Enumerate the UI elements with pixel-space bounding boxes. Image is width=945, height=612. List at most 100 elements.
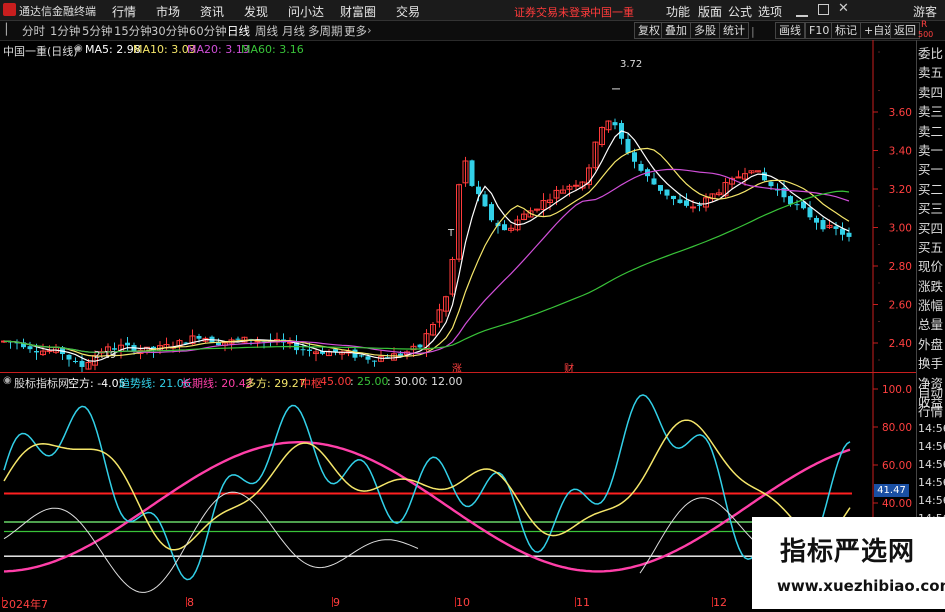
candle-body-down — [671, 195, 676, 200]
kong-line — [3, 491, 419, 593]
menu-item[interactable]: 行情 — [112, 3, 136, 20]
minimize-icon[interactable] — [796, 4, 808, 17]
price-tick-label: 2.40 — [889, 338, 912, 350]
hub-value: 12.00 — [431, 375, 463, 388]
quote-field-label[interactable]: 卖二 — [918, 122, 945, 141]
ma5-line — [3, 130, 850, 362]
menu-bar: 通达信金融终端 行情 市场 资讯 发现 问小达 财富圈 交易 证券交易未登录 中… — [0, 0, 945, 21]
candle-body-down — [372, 360, 377, 362]
candle-body-up — [690, 206, 696, 209]
date-tick — [186, 597, 187, 607]
quote-field-label[interactable]: 涨跌 — [918, 277, 945, 296]
maximize-icon[interactable] — [818, 4, 829, 15]
duo-label: 多方: 29.27 — [245, 377, 306, 390]
quote-field-label[interactable]: 卖一 — [918, 141, 945, 160]
watermark: 指标严选网 www.xuezhibiao.com — [752, 517, 945, 609]
stock-name-header: 中国一重 — [590, 6, 634, 19]
collapse-icon[interactable]: ▏ — [6, 23, 14, 36]
tool-button[interactable]: 统计 — [719, 22, 749, 39]
candle-body-down — [684, 200, 689, 206]
indicator-tick-label: 40.00 — [882, 498, 912, 510]
tick-time: 14:56 — [918, 458, 945, 471]
quote-field-label[interactable]: 卖三 — [918, 102, 945, 121]
settings-circle-icon[interactable]: ◉ — [74, 43, 83, 54]
chart-title: 中国一重(日线) — [3, 45, 78, 58]
period-tab[interactable]: 30分钟 — [151, 23, 189, 39]
candle-body-down — [307, 349, 312, 351]
period-tab[interactable]: 多周期 — [308, 23, 343, 39]
quote-field-label[interactable]: 总量 — [918, 315, 945, 334]
indicator-title: 股标指标网 — [14, 377, 69, 390]
quote-field-label[interactable]: 买三 — [918, 199, 945, 218]
candle-body-down — [27, 346, 33, 350]
date-tick — [712, 597, 713, 607]
candlestick-chart[interactable]: 3.603.403.203.002.802.602.402.20 — [0, 40, 916, 372]
tool-button[interactable]: 画线 — [775, 22, 805, 39]
period-tab[interactable]: 15分钟 — [114, 23, 152, 39]
auto-quote-label[interactable]: 自动 — [918, 383, 945, 402]
menu-item[interactable]: 资讯 — [200, 3, 224, 20]
quote-field-label[interactable]: 买四 — [918, 219, 945, 238]
menu-item[interactable]: 问小达 — [288, 3, 324, 20]
date-label: 9 — [333, 596, 340, 609]
settings-circle-icon[interactable]: ◉ — [3, 375, 12, 386]
candle-body-down — [482, 194, 488, 207]
indicator-tick-label: 60.00 — [882, 460, 912, 472]
price-tick-label: 3.20 — [889, 184, 912, 196]
candle-body-down — [768, 181, 774, 187]
candle-body-down — [833, 226, 839, 229]
quote-field-list: 委比 卖五 卖四 卖三 卖二 卖一 买一 买二 买三 买四 买五 现价 涨跌 涨幅 总量 外盘 换手 净资 收益 — [918, 44, 945, 412]
candle-body-down — [417, 344, 423, 348]
tool-button[interactable]: F10 — [805, 22, 834, 39]
date-label: 10 — [456, 596, 470, 609]
separator: | — [751, 25, 755, 38]
menu-item[interactable]: 市场 — [156, 3, 180, 20]
quote-field-label[interactable]: 外盘 — [918, 335, 945, 354]
login-warning[interactable]: 证券交易未登录 — [514, 4, 591, 20]
period-tab-active[interactable]: 日线 — [227, 23, 250, 39]
more-chevron-icon[interactable]: › — [367, 23, 372, 37]
auto-quote-label[interactable]: 行情 — [918, 402, 945, 421]
ma60-label: MA60: 3.16 — [241, 43, 304, 56]
period-tab[interactable]: 更多 — [344, 23, 367, 39]
tool-button[interactable]: 标记 — [831, 22, 861, 39]
menu-item[interactable]: 发现 — [244, 3, 268, 20]
tool-button[interactable]: 复权 — [634, 22, 664, 39]
close-icon[interactable]: ✕ — [838, 1, 849, 16]
quote-field-label[interactable]: 买五 — [918, 238, 945, 257]
candle-body-down — [196, 335, 202, 339]
candle-body-down — [788, 196, 793, 205]
quote-field-label[interactable]: 涨幅 — [918, 296, 945, 315]
tool-button[interactable]: 叠加 — [661, 22, 691, 39]
menu-item[interactable]: 财富圈 — [340, 3, 376, 20]
period-tab[interactable]: 5分钟 — [82, 23, 112, 39]
candle-body-down — [658, 185, 663, 191]
quote-field-label[interactable]: 委比 — [918, 44, 945, 63]
period-tab[interactable]: 1分钟 — [50, 23, 80, 39]
quote-field-label[interactable]: 买二 — [918, 180, 945, 199]
quote-field-label[interactable]: 卖五 — [918, 63, 945, 82]
indicator-tick-label: 80.00 — [882, 422, 912, 434]
right-menu-item[interactable]: 版面 — [698, 3, 722, 20]
candle-body-down — [807, 207, 813, 218]
quote-field-label[interactable]: 卖四 — [918, 83, 945, 102]
period-tab[interactable]: 月线 — [282, 23, 305, 39]
right-menu-item[interactable]: 功能 — [666, 3, 690, 20]
duo-line — [3, 419, 851, 551]
quote-field-label[interactable]: 换手 — [918, 354, 945, 373]
period-tab[interactable]: 周线 — [255, 23, 278, 39]
tool-button[interactable]: 多股 — [690, 22, 720, 39]
right-menu-item[interactable]: 选项 — [758, 3, 782, 20]
price-tick-label: 3.40 — [889, 146, 912, 158]
period-tab[interactable]: 60分钟 — [189, 23, 227, 39]
quote-field-label[interactable]: 现价 — [918, 257, 945, 276]
price-grid — [878, 51, 880, 361]
right-menu-item[interactable]: 公式 — [728, 3, 752, 20]
candle-body-down — [814, 217, 819, 223]
guest-label[interactable]: 游客 — [913, 3, 937, 20]
quote-field-label[interactable]: 买一 — [918, 160, 945, 179]
back-button[interactable]: 返回 — [890, 22, 920, 39]
candle-body-down — [300, 349, 306, 351]
period-tab[interactable]: 分时 — [22, 23, 45, 39]
menu-item[interactable]: 交易 — [396, 3, 420, 20]
